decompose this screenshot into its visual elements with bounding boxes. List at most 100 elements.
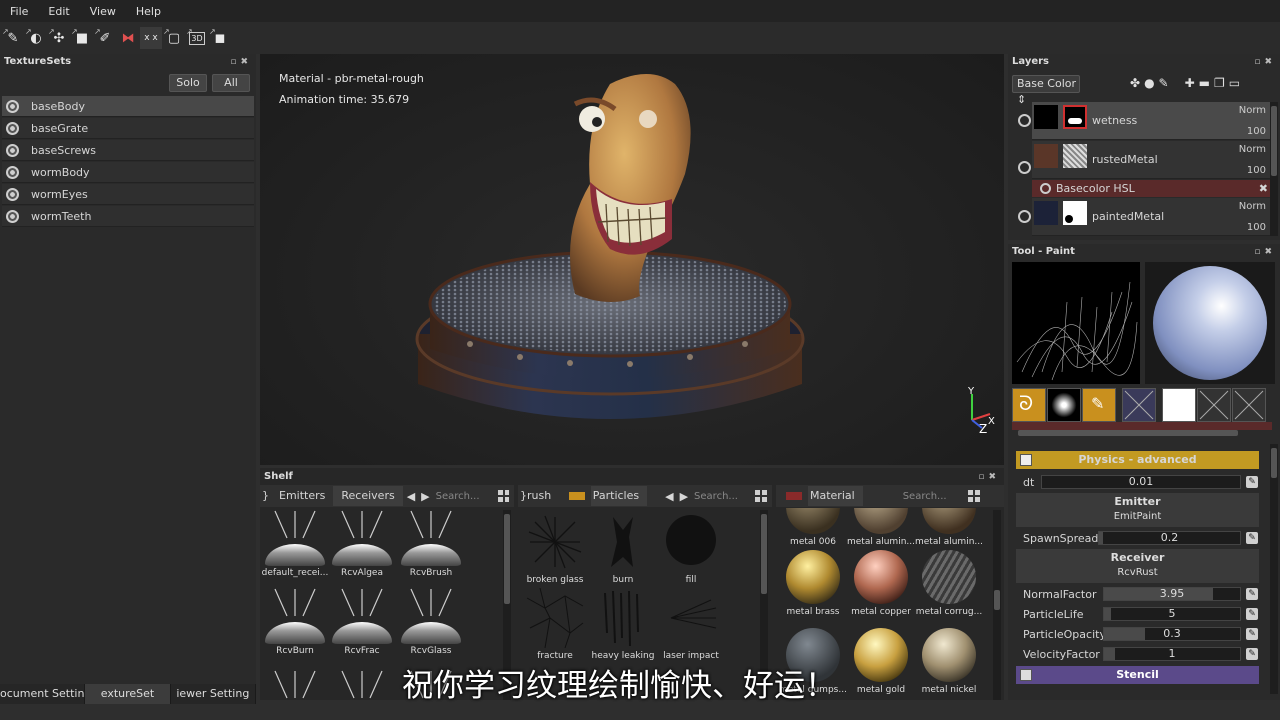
effect-visibility-icon[interactable]	[1040, 183, 1051, 194]
physics-advanced-header[interactable]: Physics - advanced	[1016, 451, 1259, 469]
shelf-item[interactable]: metal corrug...	[914, 550, 984, 617]
grid-view-icon[interactable]	[497, 490, 509, 502]
normalfactor-slider[interactable]: 3.95	[1103, 587, 1241, 601]
stencil-header[interactable]: Stencil	[1016, 666, 1259, 684]
particlelife-slider[interactable]: 5	[1103, 607, 1241, 621]
particleopacity-slider[interactable]: 0.3	[1103, 627, 1241, 641]
shelf-item[interactable]: laser impact	[656, 588, 726, 661]
stencil-slot[interactable]	[1122, 388, 1156, 422]
all-button[interactable]: All	[212, 74, 250, 92]
add-layer-icon[interactable]: ✚	[1185, 76, 1195, 90]
spawnspread-slider[interactable]: 0.2	[1098, 531, 1241, 545]
textureset-item[interactable]: wormTeeth	[2, 206, 254, 227]
textureset-item[interactable]: baseGrate	[2, 118, 254, 139]
shelf-item[interactable]: burn	[588, 512, 658, 585]
grid-view-icon[interactable]	[967, 490, 980, 502]
shelf-item[interactable]: fill	[656, 512, 726, 585]
chevron-right-icon[interactable]: ▶	[421, 490, 429, 503]
shelf-item[interactable]: RcvAlgea	[327, 508, 397, 578]
shelf-item[interactable]: RcvGlass	[396, 586, 466, 656]
chevron-left-icon[interactable]: ◀	[665, 490, 673, 503]
layer-visibility-icon[interactable]	[1018, 210, 1031, 223]
shelf-search-input[interactable]: Search...	[897, 491, 963, 502]
visibility-eye-icon[interactable]	[6, 165, 19, 179]
visibility-eye-icon[interactable]	[6, 187, 19, 201]
height-slot[interactable]	[1197, 388, 1231, 422]
edit-icon[interactable]: ✎	[1246, 608, 1258, 620]
physics-slot[interactable]: ✎	[1082, 388, 1116, 422]
shelf-item[interactable]: RcvBurn	[260, 586, 330, 656]
3d-viewport[interactable]: Material - pbr-metal-rough Animation tim…	[260, 54, 1004, 465]
solo-button[interactable]: Solo	[169, 74, 207, 92]
shelf-item[interactable]: default_recei...	[260, 508, 330, 578]
visibility-eye-icon[interactable]	[6, 143, 19, 157]
layer-row[interactable]: paintedMetal Norm 100	[1018, 198, 1272, 236]
shelf-item[interactable]: heavy leaking	[588, 588, 658, 661]
tab-document-settings[interactable]: ocument Setting	[0, 684, 86, 704]
layer-visibility-icon[interactable]	[1018, 114, 1031, 127]
shelf-item[interactable]: metal 006	[778, 508, 848, 547]
edit-icon[interactable]: ✎	[1246, 588, 1258, 600]
color-slot[interactable]	[1162, 388, 1196, 422]
tab-receivers[interactable]: Receivers	[333, 486, 403, 506]
close-icon[interactable]: ✖	[1259, 180, 1268, 197]
camera-icon[interactable]: ↗ ◼	[209, 27, 231, 49]
tab-particles[interactable]: Particles	[590, 486, 648, 506]
shelf-item[interactable]: broken glass	[520, 512, 590, 585]
symmetry-icon[interactable]: ⧓	[117, 27, 139, 49]
slot-scrollbar[interactable]	[1018, 430, 1238, 436]
duplicate-layer-icon[interactable]: ❐	[1214, 76, 1225, 90]
layers-scrollbar[interactable]	[1270, 102, 1278, 236]
layer-mask-thumbnail[interactable]	[1063, 201, 1087, 225]
shelf-item[interactable]: metal copper	[846, 550, 916, 617]
grid-view-icon[interactable]	[755, 490, 767, 502]
3d-view-icon[interactable]: ↗ 3D	[186, 27, 208, 49]
tab-emitters[interactable]: Emitters	[271, 486, 333, 506]
add-mask-icon[interactable]: ●	[1144, 76, 1154, 90]
menu-file[interactable]: File	[0, 5, 38, 18]
effect-row[interactable]: Basecolor HSL ✖	[1032, 180, 1272, 197]
add-paint-icon[interactable]: ✎	[1159, 76, 1169, 90]
receiver-name[interactable]: RcvRust	[1016, 566, 1259, 580]
roughness-slot[interactable]	[1232, 388, 1266, 422]
channel-select[interactable]: Base Color ⇕	[1012, 75, 1080, 106]
geometry-mask-icon[interactable]: ↗ ■	[71, 27, 93, 49]
visibility-eye-icon[interactable]	[6, 121, 19, 135]
visibility-eye-icon[interactable]	[6, 209, 19, 223]
layer-row[interactable]: wetness Norm 100	[1018, 102, 1272, 140]
shelf-item[interactable]: metal gold	[846, 628, 916, 695]
symmetry-axis-icon[interactable]: x x	[140, 27, 162, 49]
velocityfactor-slider[interactable]: 1	[1103, 647, 1241, 661]
tab-textureset[interactable]: extureSet	[85, 684, 171, 704]
add-effect-icon[interactable]: ✤	[1130, 76, 1140, 90]
menu-edit[interactable]: Edit	[38, 5, 79, 18]
edit-icon[interactable]: ✎	[1246, 476, 1258, 488]
emitter-name[interactable]: EmitPaint	[1016, 510, 1259, 524]
edit-icon[interactable]: ✎	[1246, 628, 1258, 640]
shelf-item[interactable]: RcvFrac	[327, 586, 397, 656]
chevron-right-icon[interactable]: ▶	[680, 490, 688, 503]
layer-mask-thumbnail[interactable]	[1063, 144, 1087, 168]
material-scrollbar[interactable]	[993, 510, 1001, 700]
shelf-item[interactable]: metal brass	[778, 550, 848, 617]
textureset-item[interactable]: baseBody	[2, 96, 254, 117]
shelf-item[interactable]: fracture	[520, 587, 590, 661]
shelf-item[interactable]: metal alumin...	[914, 508, 984, 547]
delete-layer-icon[interactable]: ▭	[1229, 76, 1240, 90]
shelf-item[interactable]: RcvBrush	[396, 508, 466, 578]
layer-row[interactable]: rustedMetal Norm 100	[1018, 141, 1272, 179]
visibility-eye-icon[interactable]	[6, 99, 19, 113]
tab-viewer-settings[interactable]: iewer Setting	[171, 684, 256, 704]
dt-field[interactable]: 0.01	[1041, 475, 1241, 489]
shelf-search-input[interactable]: Search...	[688, 491, 750, 502]
eraser-icon[interactable]: ↗ ◐	[25, 27, 47, 49]
textureset-item[interactable]: wormEyes	[2, 184, 254, 205]
chevron-left-icon[interactable]: ◀	[407, 490, 415, 503]
edit-icon[interactable]: ✎	[1246, 648, 1258, 660]
textureset-item[interactable]: baseScrews	[2, 140, 254, 161]
2d-view-icon[interactable]: ↗ ▢	[163, 27, 185, 49]
edit-icon[interactable]: ✎	[1246, 532, 1258, 544]
textureset-item[interactable]: wormBody	[2, 162, 254, 183]
paint-brush-icon[interactable]: ↗ ✎	[2, 27, 24, 49]
projection-icon[interactable]: ↗ ✣	[48, 27, 70, 49]
